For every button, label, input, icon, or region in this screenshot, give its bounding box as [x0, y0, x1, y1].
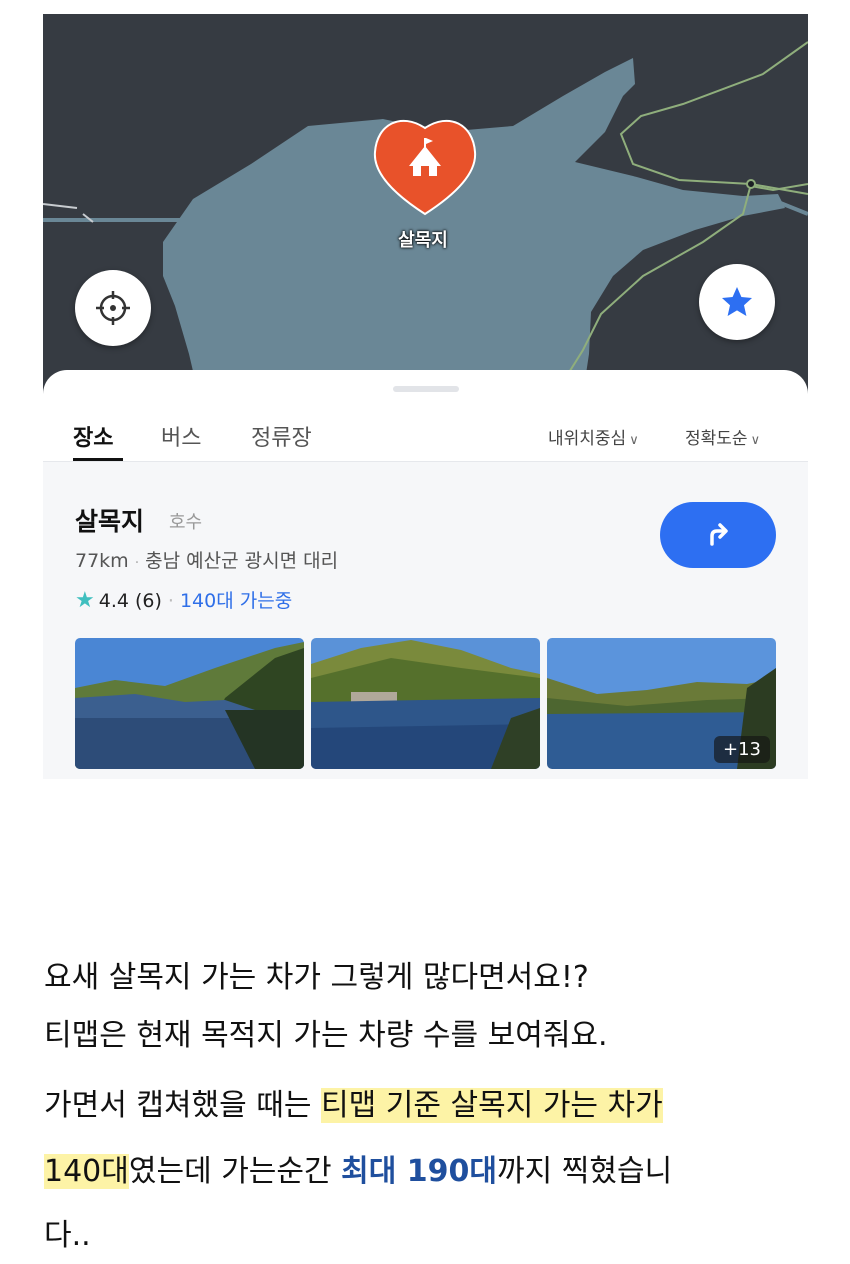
tab-bus[interactable]: 버스: [161, 420, 201, 452]
place-address: 충남 예산군 광시면 대리: [145, 550, 339, 572]
star-icon: ★: [75, 588, 95, 613]
star-icon: [722, 287, 752, 316]
caption-text: 까지 찍혔습니: [497, 1154, 673, 1189]
going-count: 140대 가는중: [179, 590, 293, 612]
review-count[interactable]: (6): [135, 590, 162, 612]
place-result-card[interactable]: 살목지 호수 77km · 충남 예산군 광시면 대리 ★ 4.4 (6) · 140대 …: [43, 462, 808, 779]
chevron-down-icon: ∨: [750, 433, 761, 448]
caption-text: 가면서 캡쳐했을 때는: [44, 1088, 322, 1123]
emphasized-text: 최대 190대: [341, 1154, 498, 1189]
chevron-down-icon: ∨: [629, 433, 639, 448]
tab-stops[interactable]: 정류장: [251, 420, 312, 452]
tab-bar: 장소 버스 정류장 내위치중심 ∨ 정확도순 ∨: [43, 410, 808, 460]
rating-value: 4.4: [98, 590, 129, 612]
highlighted-text: 티맵 기준 살목지 가는 차가: [321, 1088, 663, 1123]
place-photo[interactable]: [75, 638, 304, 769]
favorite-button[interactable]: [699, 264, 775, 340]
lake-photo-1: [75, 638, 304, 769]
highlighted-text: 140대: [44, 1154, 129, 1189]
place-name[interactable]: 살목지: [75, 502, 144, 538]
place-category: 호수: [169, 512, 203, 533]
lake-photo-2: [311, 638, 540, 769]
separator-dot: ·: [167, 590, 174, 612]
place-distance: 77km: [75, 550, 129, 572]
caption-line: 140대였는데 가는순간 최대 190대까지 찍혔습니: [44, 1146, 672, 1196]
place-photo[interactable]: [311, 638, 540, 769]
place-info: 77km · 충남 예산군 광시면 대리: [75, 546, 338, 573]
sort-distance-label: 내위치중심: [548, 429, 627, 449]
sort-accuracy-dropdown[interactable]: 정확도순 ∨: [685, 424, 760, 449]
map-view[interactable]: 살목지: [43, 14, 808, 414]
sheet-drag-handle[interactable]: [393, 386, 459, 392]
locate-me-button[interactable]: [75, 270, 151, 346]
sort-distance-dropdown[interactable]: 내위치중심 ∨: [548, 424, 639, 449]
caption-line: 다..: [44, 1218, 91, 1253]
pin-label[interactable]: 살목지: [363, 226, 483, 252]
junction-dot: [746, 179, 756, 189]
separator-dot: ·: [134, 555, 140, 571]
road-2: [619, 41, 808, 185]
map-canvas: [43, 41, 808, 414]
route-button[interactable]: [660, 502, 776, 568]
sort-accuracy-label: 정확도순: [685, 429, 748, 449]
place-photo[interactable]: +13: [547, 638, 776, 769]
bottom-sheet: 장소 버스 정류장 내위치중심 ∨ 정확도순 ∨ 살목지 호수 77km · 충남 예산…: [43, 370, 808, 779]
crosshair-icon: [96, 291, 130, 325]
caption-line: 요새 살목지 가는 차가 그렇게 많다면서요!?: [44, 960, 589, 995]
caption-line: 티맵은 현재 목적지 가는 차량 수를 보여줘요.: [44, 1018, 608, 1053]
turn-right-arrow-icon: [710, 523, 728, 546]
app-screenshot: 살목지 장소 버스 정류장 내위치중심 ∨ 정확도순 ∨ 살목지 호수 77km…: [43, 14, 808, 779]
caption-text: 였는데 가는순간: [128, 1154, 342, 1189]
tab-places[interactable]: 장소: [73, 420, 113, 452]
caption-line: 가면서 캡쳐했을 때는 티맵 기준 살목지 가는 차가: [44, 1080, 663, 1130]
more-photos-badge[interactable]: +13: [714, 736, 770, 763]
rating-row: ★ 4.4 (6) · 140대 가는중: [75, 586, 292, 613]
